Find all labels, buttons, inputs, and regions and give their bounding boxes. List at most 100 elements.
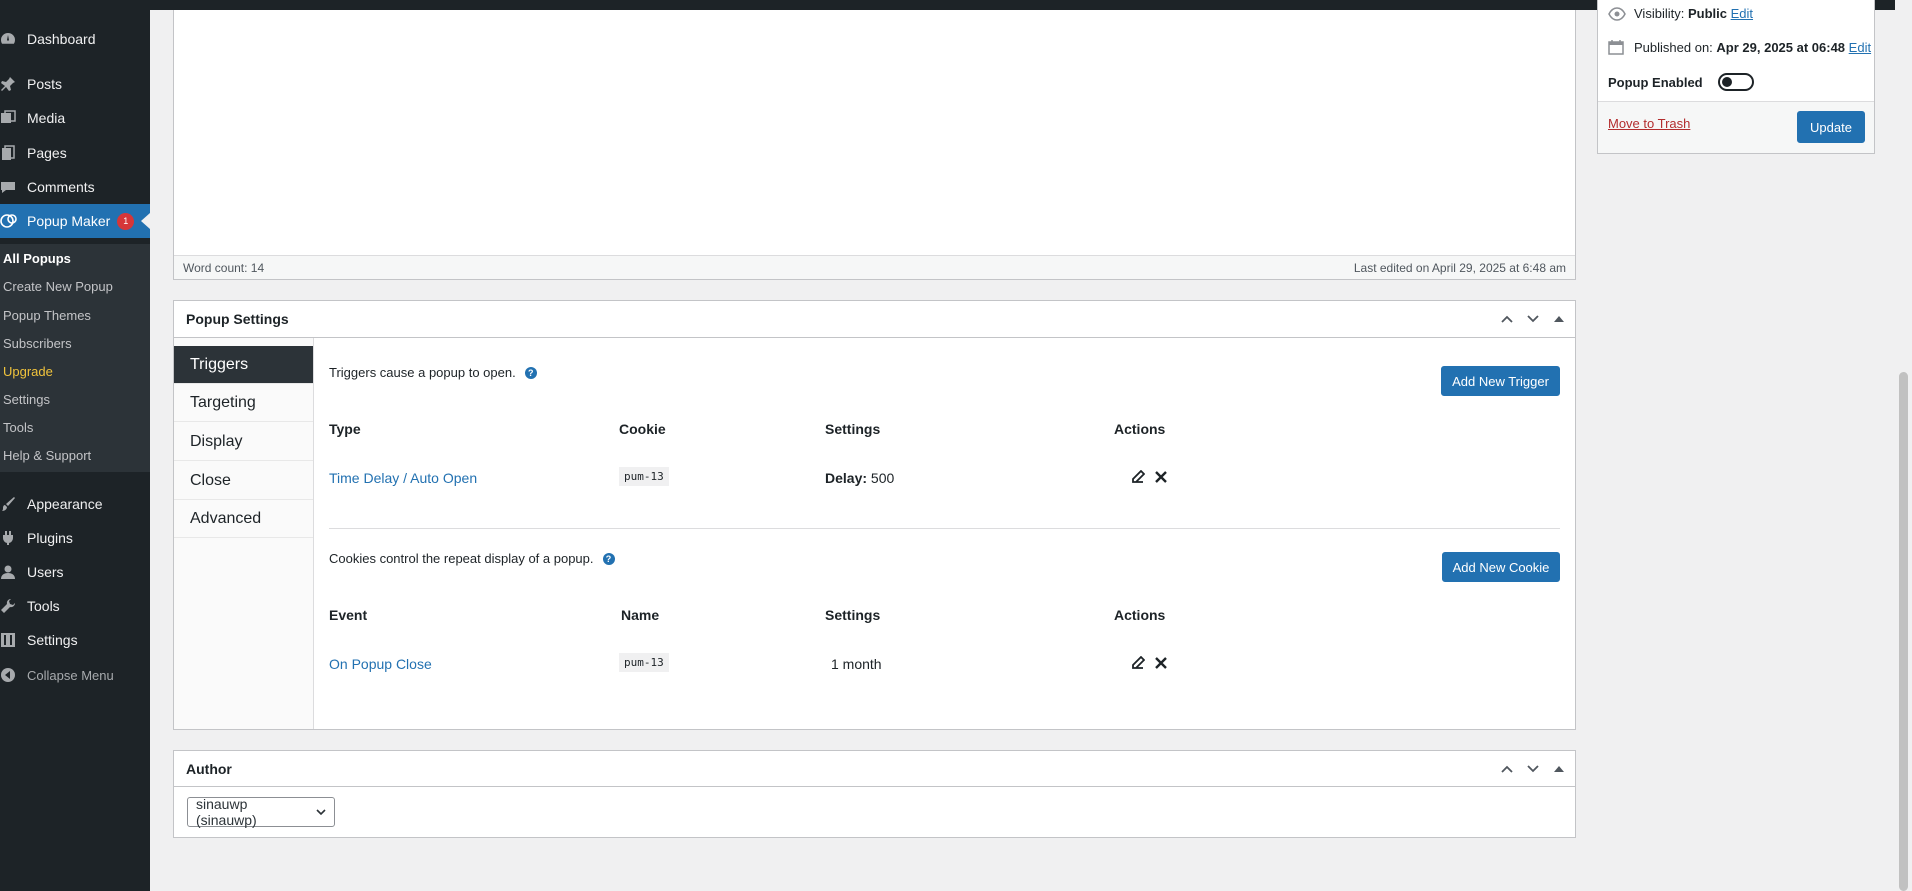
menu-item-settings[interactable]: Settings [0,623,150,657]
publish-actions: Move to Trash Update [1598,101,1874,153]
menu-item-pages[interactable]: Pages [0,136,150,170]
column-header-actions: Actions [1114,421,1166,437]
cookie-code: pum-13 [619,467,669,486]
column-header-settings: Settings [825,421,881,437]
published-value: Apr 29, 2025 at 06:48 [1716,39,1846,55]
tab-targeting[interactable]: Targeting [174,384,313,422]
toggle-panel-icon[interactable] [1549,759,1569,779]
calendar-icon [1608,39,1626,55]
cookie-actions [1129,654,1170,672]
menu-label: Users [27,564,64,580]
update-count-badge: 1 [117,212,135,230]
menu-item-comments[interactable]: Comments [0,170,150,204]
content-editor[interactable]: Word count: 14 Last edited on April 29, … [173,10,1576,280]
menu-item-media[interactable]: Media [0,101,150,135]
edit-pencil-icon[interactable] [1129,468,1147,486]
popup-maker-submenu: All Popups Create New Popup Popup Themes… [0,244,150,472]
submenu-popup-themes[interactable]: Popup Themes [3,308,91,323]
menu-item-users[interactable]: Users [0,555,150,589]
move-up-icon[interactable] [1497,759,1517,779]
tab-close[interactable]: Close [174,462,313,500]
delete-x-icon[interactable] [1152,654,1170,672]
cookie-event-link[interactable]: On Popup Close [329,656,432,672]
published-label: Published on: [1634,39,1713,55]
publish-box: Visibility: Public Edit Published on: Ap… [1597,0,1875,154]
admin-sidebar: Dashboard Posts Media Pages Comments Pop… [0,0,150,891]
author-select[interactable]: sinauwp (sinauwp) [187,796,335,828]
column-header-event: Event [329,607,368,623]
menu-label: Settings [27,632,78,648]
menu-item-posts[interactable]: Posts [0,67,150,101]
collapse-menu-button[interactable]: Collapse Menu [0,658,150,692]
paintbrush-icon [0,496,26,512]
menu-item-appearance[interactable]: Appearance [0,487,150,521]
menu-label: Pages [27,145,67,161]
page-scrollbar[interactable] [1895,0,1912,891]
trigger-cookie: pum-13 [619,467,669,486]
triggers-description: Triggers cause a popup to open. ? [329,365,537,380]
popup-enabled-row: Popup Enabled [1608,73,1754,91]
triggers-desc-text: Triggers cause a popup to open. [329,365,516,380]
cookies-description: Cookies control the repeat display of a … [329,551,615,566]
published-row: Published on: Apr 29, 2025 at 06:48 Edit [1608,39,1871,55]
tab-advanced[interactable]: Advanced [174,500,313,538]
author-box: Author sinauwp (sinauwp) [173,750,1576,838]
submenu-settings[interactable]: Settings [3,392,50,407]
cookies-desc-text: Cookies control the repeat display of a … [329,551,594,566]
visibility-edit-link[interactable]: Edit [1731,6,1753,21]
cookie-settings: 1 month [831,656,882,672]
move-down-icon[interactable] [1523,759,1543,779]
postbox-title: Author [186,760,232,777]
menu-item-dashboard[interactable]: Dashboard [0,22,150,56]
tab-triggers[interactable]: Triggers [174,346,313,384]
menu-label: Collapse Menu [27,667,114,683]
visibility-row: Visibility: Public Edit [1608,6,1753,21]
submenu-subscribers[interactable]: Subscribers [3,336,72,351]
editor-status-bar: Word count: 14 Last edited on April 29, … [174,255,1575,279]
menu-label: Media [27,110,66,126]
collapse-icon [0,667,26,683]
submenu-create-new-popup[interactable]: Create New Popup [3,279,113,294]
dashboard-icon [0,31,26,47]
popup-enabled-label: Popup Enabled [1608,74,1703,90]
visibility-label: Visibility: [1634,6,1685,21]
author-selected-value: sinauwp (sinauwp) [196,796,257,828]
delay-label: Delay: [825,470,868,486]
edit-pencil-icon[interactable] [1129,654,1147,672]
delete-x-icon[interactable] [1152,468,1170,486]
menu-item-popup-maker[interactable]: Popup Maker 1 [0,204,150,238]
menu-label: Plugins [27,530,73,546]
help-icon[interactable]: ? [602,552,615,565]
published-edit-link[interactable]: Edit [1849,40,1871,55]
handle-actions [1497,759,1575,779]
tab-display[interactable]: Display [174,423,313,461]
column-header-settings: Settings [825,607,881,623]
move-up-icon[interactable] [1497,309,1517,329]
help-icon[interactable]: ? [524,366,537,379]
trigger-type-link[interactable]: Time Delay / Auto Open [329,470,477,486]
add-new-cookie-button[interactable]: Add New Cookie [1442,552,1560,582]
popup-enabled-toggle[interactable] [1717,73,1754,91]
menu-item-plugins[interactable]: Plugins [0,521,150,555]
postbox-header: Author [174,751,1575,787]
eye-icon [1608,6,1626,21]
update-button[interactable]: Update [1797,111,1865,143]
column-header-type: Type [329,421,361,437]
submenu-tools[interactable]: Tools [3,420,33,435]
move-down-icon[interactable] [1523,309,1543,329]
menu-item-tools[interactable]: Tools [0,589,150,623]
last-edited: Last edited on April 29, 2025 at 6:48 am [1353,260,1566,275]
submenu-upgrade[interactable]: Upgrade [3,364,53,379]
triggers-panel: Triggers cause a popup to open. ? Add Ne… [329,338,1570,728]
add-new-trigger-button[interactable]: Add New Trigger [1441,366,1560,396]
move-to-trash-link[interactable]: Move to Trash [1608,116,1690,131]
scrollbar-thumb[interactable] [1899,372,1908,891]
submenu-help-support[interactable]: Help & Support [3,448,91,463]
menu-label: Dashboard [27,31,96,47]
section-divider [329,528,1560,529]
menu-label: Popup Maker [27,213,111,229]
toggle-panel-icon[interactable] [1549,309,1569,329]
word-count: Word count: 14 [183,260,265,275]
submenu-all-popups[interactable]: All Popups [3,251,71,266]
media-icon [0,110,26,126]
